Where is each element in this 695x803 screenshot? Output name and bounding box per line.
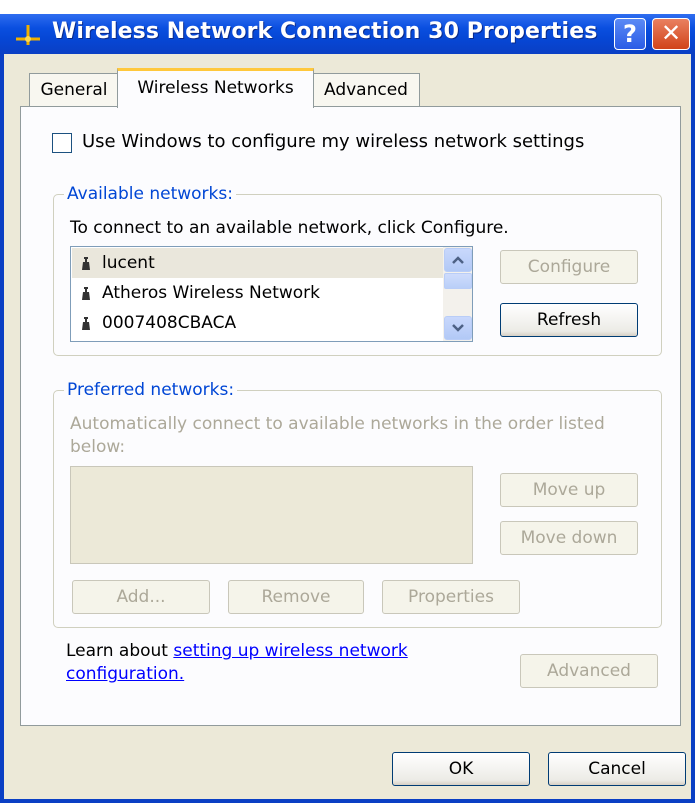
- learn-about-link-line2: configuration.: [66, 664, 184, 684]
- tab-general[interactable]: General: [29, 73, 119, 107]
- chevron-up-icon: [452, 256, 464, 264]
- learn-about-text: Learn about setting up wireless network: [66, 641, 408, 661]
- configure-button[interactable]: Configure: [500, 250, 638, 284]
- list-item[interactable]: Atheros Wireless Network: [72, 278, 443, 308]
- tab-wireless-networks[interactable]: Wireless Networks: [117, 68, 314, 108]
- preferred-networks-list[interactable]: [70, 466, 473, 564]
- available-networks-title: Available networks:: [64, 184, 236, 204]
- cancel-button[interactable]: Cancel: [548, 752, 686, 786]
- remove-button[interactable]: Remove: [228, 580, 364, 614]
- refresh-button[interactable]: Refresh: [500, 303, 638, 337]
- available-networks-instruction: To connect to an available network, clic…: [70, 218, 509, 238]
- list-scrollbar[interactable]: [443, 247, 472, 341]
- move-up-button[interactable]: Move up: [500, 473, 638, 507]
- network-name: Atheros Wireless Network: [102, 283, 321, 303]
- learn-about-link-part1[interactable]: setting up wireless network: [173, 641, 407, 661]
- scroll-up-button[interactable]: [444, 248, 472, 272]
- antenna-icon: [82, 257, 90, 270]
- chevron-down-icon: [452, 324, 464, 332]
- title-bar[interactable]: Wireless Network Connection 30 Propertie…: [0, 14, 695, 54]
- network-name: lucent: [102, 253, 155, 273]
- preferred-instruction-line1: Automatically connect to available netwo…: [70, 414, 605, 434]
- learn-about-link-part2[interactable]: configuration.: [66, 664, 184, 684]
- use-windows-label[interactable]: Use Windows to configure my wireless net…: [82, 131, 584, 152]
- scroll-down-button[interactable]: [444, 316, 472, 340]
- scroll-thumb[interactable]: [444, 273, 472, 289]
- preferred-instruction-line2: below:: [70, 437, 126, 457]
- move-down-button[interactable]: Move down: [500, 521, 638, 555]
- learn-about-prefix: Learn about: [66, 641, 174, 661]
- close-button[interactable]: ✕: [652, 18, 690, 50]
- antenna-icon: [82, 287, 90, 300]
- preferred-networks-title: Preferred networks:: [64, 380, 238, 400]
- properties-button[interactable]: Properties: [382, 580, 520, 614]
- window-title: Wireless Network Connection 30 Propertie…: [52, 19, 598, 44]
- add-button[interactable]: Add...: [72, 580, 210, 614]
- tab-advanced[interactable]: Advanced: [312, 73, 420, 107]
- use-windows-checkbox[interactable]: [52, 133, 72, 153]
- list-item[interactable]: lucent: [72, 248, 443, 278]
- help-button[interactable]: ?: [614, 18, 646, 50]
- network-connection-icon: [16, 25, 40, 45]
- advanced-button[interactable]: Advanced: [520, 654, 658, 688]
- list-item[interactable]: 0007408CBACA: [72, 308, 443, 338]
- antenna-icon: [82, 317, 90, 330]
- network-name: 0007408CBACA: [102, 313, 237, 333]
- available-networks-list[interactable]: lucent Atheros Wireless Network 0007408C…: [70, 246, 473, 342]
- ok-button[interactable]: OK: [392, 752, 530, 786]
